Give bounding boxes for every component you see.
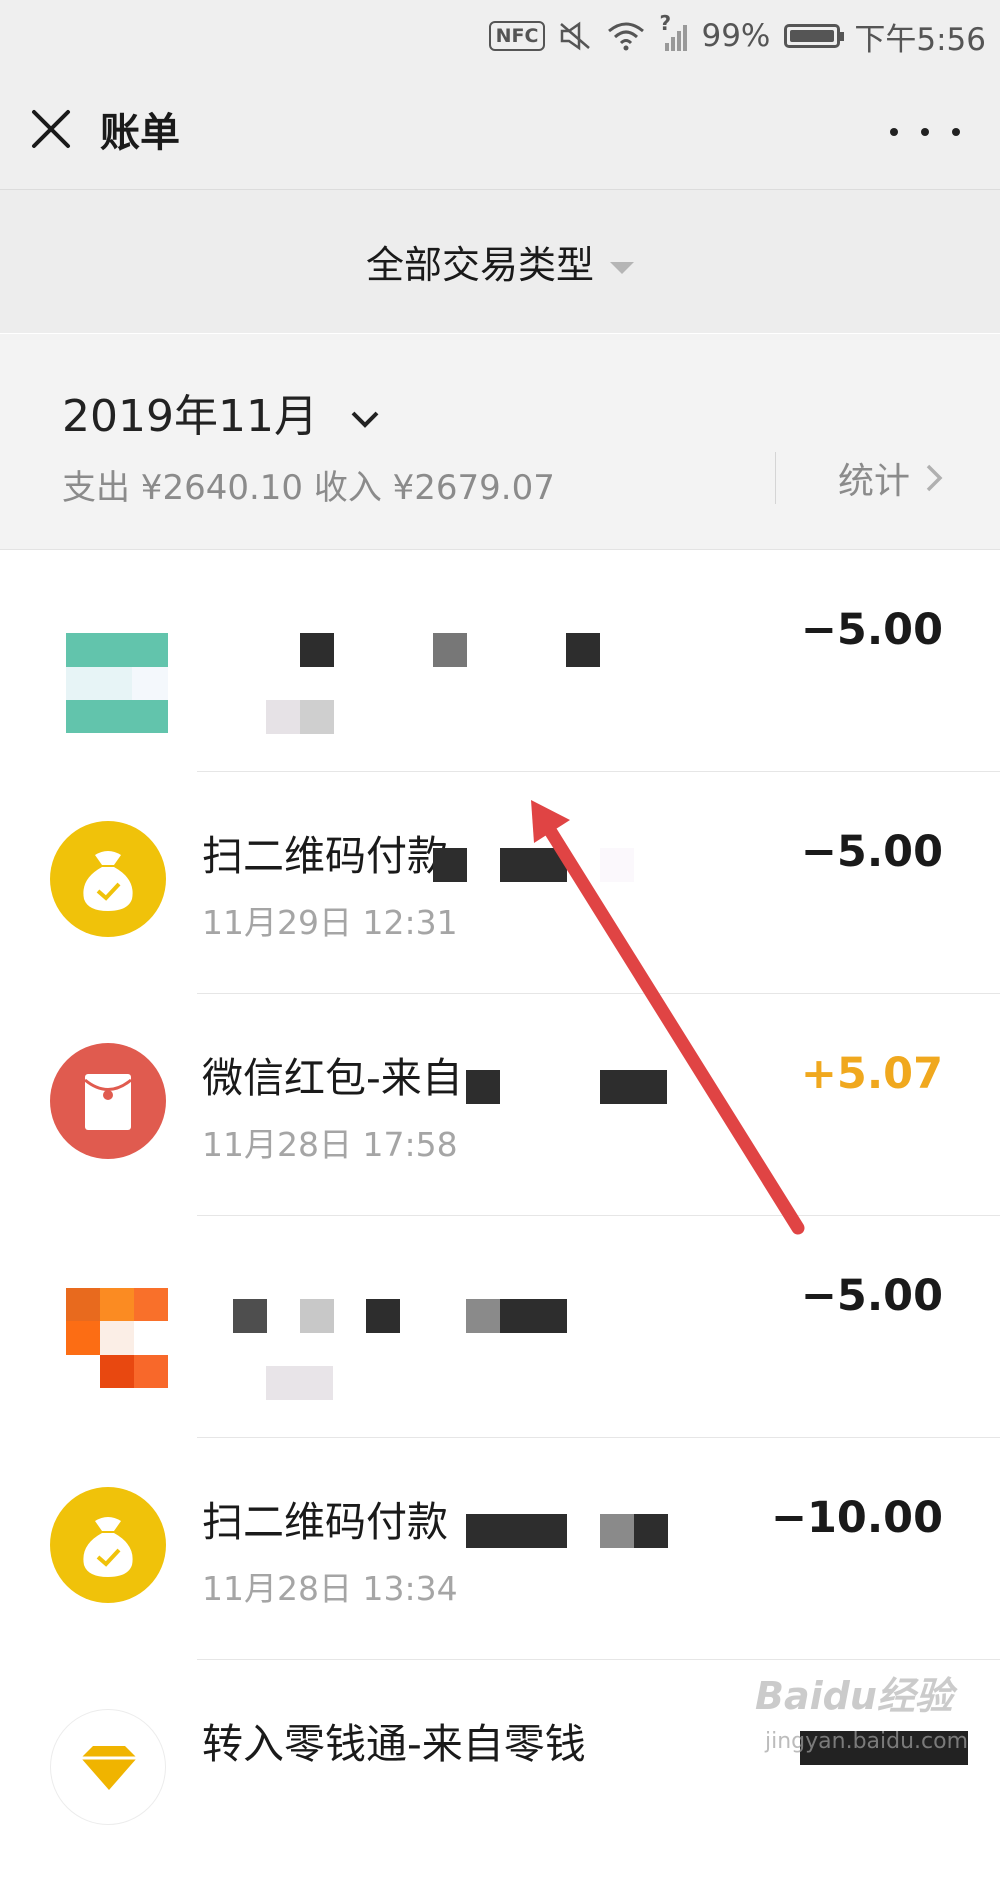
status-bar-icons: NFC ? 99% 下午5:56 [488,11,986,58]
close-button[interactable] [28,106,74,152]
transaction-title: 扫二维码付款 [202,832,448,880]
month-header: 2019年11月 支出 ¥2640.10 收入 ¥2679.07 统计 [0,334,1000,550]
more-dot-icon [890,128,898,136]
transaction-row[interactable]: 微信红包-来自 11月28日 17:58 +5.07 [0,994,1000,1216]
more-menu-button[interactable] [890,112,960,152]
title-bar: 账单 [0,72,1000,190]
divider [775,452,776,504]
transaction-title: 转入零钱通-来自零钱 [202,1720,586,1768]
transaction-amount: −5.00 [800,605,943,655]
chevron-right-icon [926,464,943,492]
nfc-icon: NFC [488,21,546,51]
page-title: 账单 [100,110,180,156]
month-picker[interactable]: 2019年11月 [62,380,380,444]
redacted-block [466,1070,500,1104]
transaction-amount: +5.07 [800,1049,943,1099]
money-bag-icon [50,821,166,937]
transaction-row[interactable]: 扫二维码付款 11月28日 13:34 −10.00 [0,1438,1000,1660]
transaction-title: 微信红包-来自 [202,1054,463,1102]
month-summary: 支出 ¥2640.10 收入 ¥2679.07 [62,468,555,508]
transaction-row[interactable]: −5.00 [0,550,1000,772]
merchant-logo-teal-icon [66,633,168,733]
transaction-row[interactable]: 扫二维码付款 11月29日 12:31 −5.00 [0,772,1000,994]
transaction-amount: −10.00 [770,1493,943,1543]
status-bar: NFC ? 99% 下午5:56 [0,0,1000,72]
signal-icon: ? [659,11,688,53]
transaction-title: 扫二维码付款 [202,1498,448,1546]
clock: 下午5:56 [854,21,986,58]
more-dot-icon [921,128,929,136]
redacted-block [433,633,467,667]
redacted-block [600,848,634,882]
redacted-block [266,1366,333,1400]
redacted-block [600,1514,634,1548]
redacted-block [600,1070,667,1104]
redacted-block [566,633,600,667]
redacted-block [466,1299,500,1333]
redacted-block [300,700,334,734]
transaction-time: 11月28日 17:58 [202,1125,458,1164]
filter-bar: 全部交易类型 [0,190,1000,333]
chevron-down-icon [351,411,379,428]
redacted-block [634,1514,668,1548]
money-bag-icon [50,1487,166,1603]
close-icon [32,110,70,148]
battery-percent: 99% [701,18,771,54]
stats-label: 统计 [838,461,911,502]
transaction-list: −5.00 扫二维码付款 11月29日 12:31 −5.00 微信红包-来自 … [0,550,1000,1882]
red-packet-icon [50,1043,166,1159]
transaction-row[interactable]: 转入零钱通-来自零钱 [0,1660,1000,1882]
transaction-row[interactable]: −5.00 [0,1216,1000,1438]
transaction-amount: −5.00 [800,827,943,877]
redacted-block [300,633,334,667]
redacted-block [500,848,567,882]
transaction-time: 11月29日 12:31 [202,903,458,942]
redacted-block [500,1299,567,1333]
redacted-block [266,700,300,734]
redacted-block [366,1299,400,1333]
redacted-block [433,848,467,882]
redacted-block [466,1514,500,1548]
mute-icon [560,21,591,51]
merchant-logo-orange-icon [66,1288,168,1388]
transaction-type-filter[interactable]: 全部交易类型 [0,234,1000,289]
redacted-block [300,1299,334,1333]
transaction-time: 11月28日 13:34 [202,1569,458,1608]
stats-button[interactable]: 统计 [838,452,946,504]
transaction-amount: −5.00 [800,1271,943,1321]
redacted-block [500,1514,567,1548]
wifi-icon [608,22,645,51]
battery-icon [784,24,845,48]
month-label: 2019年11月 [62,391,318,442]
more-dot-icon [952,128,960,136]
filter-label: 全部交易类型 [365,243,594,287]
redacted-block [233,1299,267,1333]
diamond-icon [50,1709,166,1825]
dropdown-triangle-icon [610,261,634,274]
